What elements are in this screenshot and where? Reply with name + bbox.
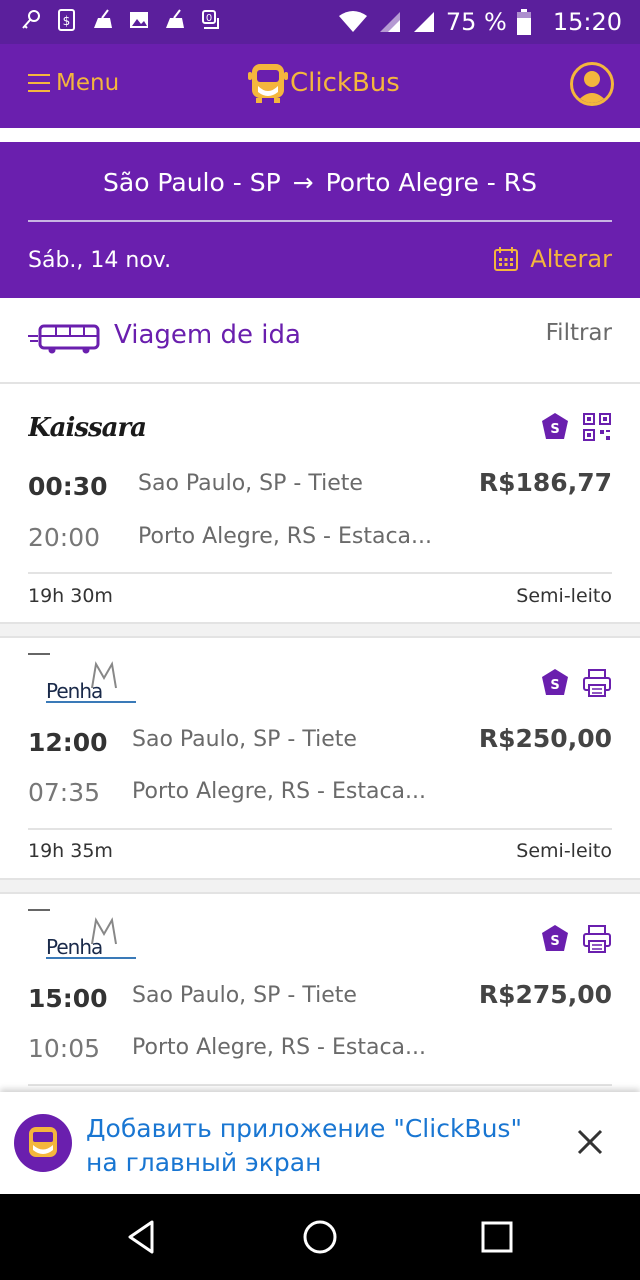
company-logo-penha: Penha — [28, 909, 136, 959]
route-destination: Porto Alegre - RS — [325, 168, 537, 197]
printer-icon — [583, 669, 611, 697]
divider — [28, 220, 612, 222]
departure-station: Sao Paulo, SP - Tiete — [138, 471, 363, 496]
trip-header: Viagem de ida Filtrar — [0, 298, 640, 384]
result-card[interactable]: Penha S 12:00 Sao Paulo, SP - Tiete R$25… — [0, 640, 640, 878]
change-date-label: Alterar — [530, 245, 612, 273]
price: R$250,00 — [478, 724, 612, 753]
departure-time: 00:30 — [28, 472, 108, 501]
divider — [28, 572, 612, 574]
arrival-time: 07:35 — [28, 778, 101, 807]
departure-station: Sao Paulo, SP - Tiete — [132, 727, 357, 752]
logo-text: ClickBus — [290, 68, 400, 98]
printer-icon — [583, 925, 611, 953]
header-gap — [0, 128, 640, 142]
divider — [28, 1084, 612, 1086]
app-header: Menu ClickBus — [0, 44, 640, 128]
cleaner-icon — [166, 9, 184, 28]
price: R$275,00 — [478, 980, 612, 1009]
image-icon — [130, 12, 148, 28]
sim-alert-icon: $ — [58, 9, 75, 31]
divider — [28, 828, 612, 830]
trip-label: Viagem de ida — [114, 320, 301, 350]
qr-code-icon — [583, 413, 611, 441]
company-name: Kaissara — [28, 414, 146, 440]
hamburger-icon — [28, 74, 50, 92]
card-separator — [0, 878, 640, 894]
close-icon[interactable] — [576, 1128, 604, 1156]
badge-text: S — [550, 678, 559, 693]
clock: 15:20 — [552, 8, 622, 36]
cleaner-icon — [94, 9, 112, 28]
arrival-time: 20:00 — [28, 523, 101, 552]
signal-icon — [379, 12, 400, 32]
recents-icon[interactable] — [474, 1214, 520, 1260]
arrival-station: Porto Alegre, RS - Estaca... — [138, 524, 433, 549]
menu-label: Menu — [56, 70, 120, 96]
svg-text:0: 0 — [206, 13, 212, 24]
android-nav-bar — [0, 1194, 640, 1280]
shield-s-icon: S — [542, 925, 568, 951]
route-arrow: → — [292, 168, 314, 197]
shield-s-icon: S — [542, 669, 568, 695]
departure-time: 15:00 — [28, 984, 108, 1013]
route-origin: São Paulo - SP — [103, 168, 281, 197]
filter-button[interactable]: Filtrar — [546, 320, 612, 346]
company-name: Penha — [46, 935, 102, 959]
back-icon[interactable] — [120, 1214, 166, 1260]
arrival-station: Porto Alegre, RS - Estaca... — [132, 1035, 427, 1060]
arrival-time: 10:05 — [28, 1034, 101, 1063]
wifi-icon — [338, 11, 367, 32]
company-logo-kaissara: Kaissara — [28, 414, 147, 440]
badge-text: S — [550, 422, 559, 437]
status-bar: $ 0 75 % 15:20 — [0, 0, 640, 44]
company-name: Penha — [46, 679, 102, 703]
status-icons: $ 0 — [20, 8, 222, 32]
status-right: 75 % 15:20 — [338, 0, 622, 44]
add-to-homescreen-banner[interactable]: Добавить приложение "ClickBus" на главны… — [0, 1092, 640, 1194]
result-card[interactable]: Kaissara S 00:30 Sao Paulo, SP - Tiete R… — [0, 384, 640, 622]
menu-button[interactable]: Menu — [28, 70, 119, 96]
company-logo-penha: Penha — [28, 653, 136, 703]
key-icon — [22, 10, 40, 29]
battery-icon — [516, 9, 531, 35]
bus-logo-icon — [248, 64, 288, 103]
notification-icon: 0 — [202, 10, 219, 29]
svg-text:$: $ — [63, 14, 71, 28]
badge-text: S — [550, 934, 559, 949]
departure-time: 12:00 — [28, 728, 108, 757]
banner-message[interactable]: Добавить приложение "ClickBus" на главны… — [86, 1112, 546, 1180]
travel-date: Sáb., 14 nov. — [28, 248, 172, 273]
clickbus-logo[interactable]: ClickBus — [248, 62, 400, 104]
battery-percent: 75 % — [445, 8, 507, 36]
route-panel: São Paulo - SP → Porto Alegre - RS Sáb.,… — [0, 142, 640, 298]
calendar-icon — [494, 247, 519, 271]
seat-class: Semi-leito — [516, 585, 612, 607]
arrival-station: Porto Alegre, RS - Estaca... — [132, 779, 427, 804]
result-card[interactable]: Penha S 15:00 Sao Paulo, SP - Tiete R$27… — [0, 896, 640, 1092]
trip-duration: 19h 35m — [28, 840, 113, 862]
clickbus-app-icon — [14, 1114, 72, 1172]
home-icon[interactable] — [297, 1214, 343, 1260]
shield-s-icon: S — [542, 413, 568, 439]
user-avatar-button[interactable] — [570, 62, 614, 106]
departure-station: Sao Paulo, SP - Tiete — [132, 983, 357, 1008]
bus-icon — [28, 324, 100, 354]
price: R$186,77 — [478, 468, 612, 497]
change-date-button[interactable]: Alterar — [494, 245, 612, 273]
route-title: São Paulo - SP → Porto Alegre - RS — [0, 168, 640, 197]
card-separator — [0, 622, 640, 638]
seat-class: Semi-leito — [516, 840, 612, 862]
trip-duration: 19h 30m — [28, 585, 113, 607]
signal-icon — [413, 12, 434, 32]
user-icon — [576, 71, 608, 103]
